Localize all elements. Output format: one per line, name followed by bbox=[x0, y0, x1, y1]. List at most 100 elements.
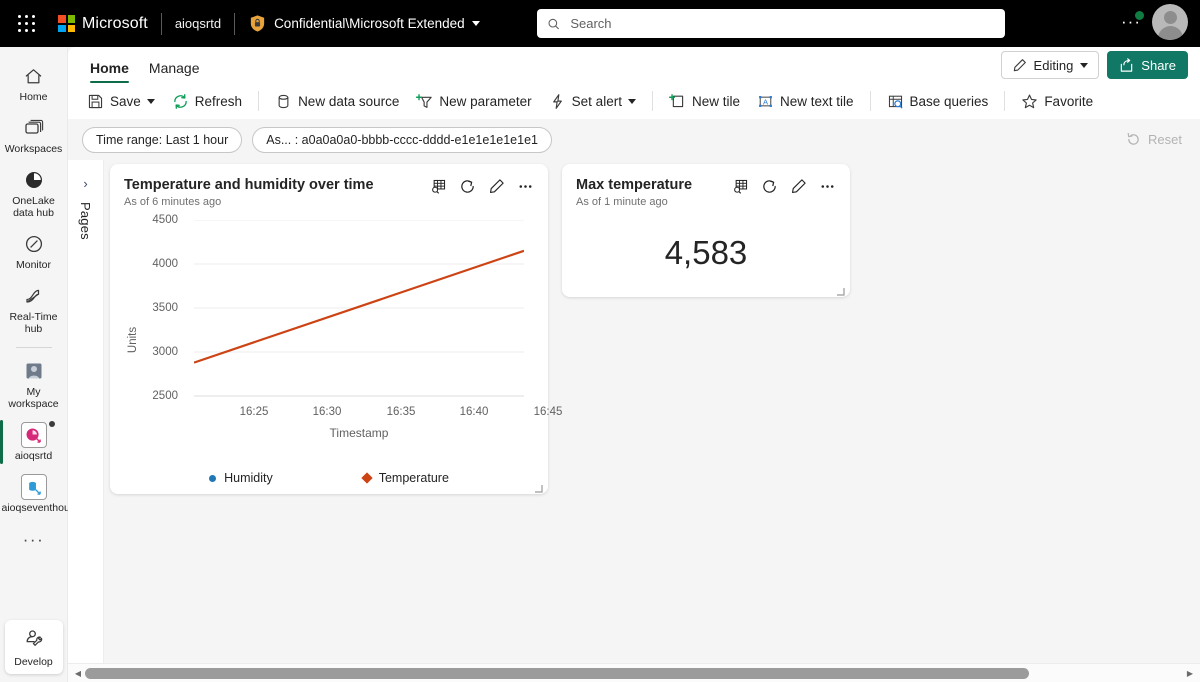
refresh-label: Refresh bbox=[194, 93, 243, 109]
develop-button[interactable]: Develop bbox=[4, 620, 63, 674]
edit-icon[interactable] bbox=[488, 178, 505, 195]
new-parameter-button[interactable]: New parameter bbox=[409, 87, 538, 115]
develop-icon bbox=[23, 628, 45, 653]
chart-y-tick: 4500 bbox=[152, 214, 178, 226]
scrollbar-thumb[interactable] bbox=[85, 667, 1030, 679]
save-button[interactable]: Save bbox=[80, 87, 162, 115]
sidebar-item-label: aioqsrtd bbox=[14, 450, 53, 462]
sidebar-item-workspaces[interactable]: Workspaces bbox=[0, 109, 68, 161]
top-bar: Microsoft aioqsrtd Confidential\Microsof… bbox=[0, 0, 1200, 47]
new-text-tile-label: New text tile bbox=[779, 93, 854, 109]
sidebar-item-onelake-data-hub[interactable]: OneLake data hub bbox=[0, 161, 68, 225]
sidebar-item-my-workspace[interactable]: My workspace bbox=[0, 352, 68, 416]
reset-label: Reset bbox=[1148, 132, 1182, 147]
monitor-icon bbox=[23, 232, 45, 256]
app-launcher-icon[interactable] bbox=[14, 11, 40, 37]
ribbon-actions: Editing Share bbox=[1000, 51, 1188, 79]
legend-marker-circle bbox=[209, 474, 217, 482]
explore-data-icon[interactable] bbox=[430, 178, 447, 195]
chart-plot-area bbox=[194, 220, 524, 397]
editing-mode-button[interactable]: Editing bbox=[1000, 51, 1100, 79]
explore-data-icon[interactable] bbox=[732, 178, 749, 195]
filter-pill-time-range[interactable]: Time range: Last 1 hour bbox=[82, 126, 243, 153]
refresh-icon[interactable] bbox=[761, 178, 778, 195]
refresh-button[interactable]: Refresh bbox=[165, 87, 249, 115]
set-alert-button[interactable]: Set alert bbox=[542, 87, 643, 115]
new-text-tile-button[interactable]: A New text tile bbox=[750, 87, 861, 115]
filter-bar: Time range: Last 1 hour As... : a0a0a0a0… bbox=[68, 119, 1200, 160]
share-button[interactable]: Share bbox=[1107, 51, 1188, 79]
expand-pages-button[interactable]: › bbox=[75, 172, 97, 194]
ribbon-tabs: Home Manage Editing Share bbox=[68, 47, 1200, 83]
chart-x-tick: 16:30 bbox=[312, 406, 342, 418]
tab-home[interactable]: Home bbox=[82, 54, 137, 83]
left-nav-rail: Home Workspaces OneLake data hub Monitor… bbox=[0, 47, 81, 682]
sidebar-item-home[interactable]: Home bbox=[0, 57, 68, 109]
divider bbox=[1004, 91, 1006, 111]
eventhouse-icon bbox=[20, 474, 47, 500]
divider bbox=[869, 91, 871, 111]
sensitivity-label-button[interactable]: Confidential\Microsoft Extended bbox=[248, 14, 480, 33]
edit-icon bbox=[1013, 58, 1026, 71]
tile-title: Temperature and humidity over time bbox=[124, 177, 374, 193]
chart-x-tick: 16:25 bbox=[239, 406, 269, 418]
pages-panel-label: Pages bbox=[78, 202, 93, 240]
sidebar-overflow-button[interactable]: ··· bbox=[23, 520, 44, 560]
more-options-icon[interactable] bbox=[517, 178, 534, 195]
search-input[interactable] bbox=[568, 15, 995, 32]
microsoft-squares-icon bbox=[58, 15, 75, 32]
sidebar-item-aioqsrtd[interactable]: aioqsrtd bbox=[0, 416, 68, 468]
sidebar-item-label: Home bbox=[19, 91, 48, 103]
new-data-source-label: New data source bbox=[298, 93, 400, 109]
refresh-icon[interactable] bbox=[459, 178, 476, 195]
legend-item-humidity[interactable]: Humidity bbox=[209, 471, 273, 485]
tile-resize-handle[interactable] bbox=[534, 481, 543, 493]
horizontal-scrollbar[interactable]: ◀ ▶ bbox=[68, 663, 1200, 682]
sidebar-item-aioqseventhouse[interactable]: aioqseventhouse bbox=[0, 468, 81, 520]
tile-resize-handle[interactable] bbox=[836, 284, 845, 296]
favorite-button[interactable]: Favorite bbox=[1014, 87, 1100, 115]
text-tile-icon: A bbox=[759, 95, 772, 107]
microsoft-logo[interactable]: Microsoft bbox=[58, 15, 148, 33]
my-workspace-icon bbox=[23, 359, 45, 383]
sidebar-item-monitor[interactable]: Monitor bbox=[0, 225, 68, 277]
base-queries-button[interactable]: Base queries bbox=[880, 87, 996, 115]
tab-manage[interactable]: Manage bbox=[141, 54, 208, 83]
shield-lock-icon bbox=[250, 15, 265, 32]
chevron-down-icon bbox=[471, 21, 480, 26]
alert-bolt-icon bbox=[552, 93, 562, 109]
command-toolbar: Save Refresh New data source New paramet… bbox=[68, 83, 1200, 119]
tile-max-temperature[interactable]: Max temperature As of 1 minute ago 4,583 bbox=[562, 164, 850, 297]
scroll-right-arrow[interactable]: ▶ bbox=[1183, 669, 1197, 678]
chevron-down-icon bbox=[627, 98, 636, 104]
dashboard-item-icon bbox=[20, 421, 55, 448]
star-icon bbox=[1022, 94, 1037, 108]
tile-actions bbox=[430, 176, 534, 195]
tenant-name: aioqsrtd bbox=[174, 16, 222, 31]
tile-subtitle: As of 6 minutes ago bbox=[124, 196, 222, 208]
chart-y-tick: 4000 bbox=[152, 258, 178, 270]
avatar[interactable] bbox=[1152, 4, 1188, 40]
main-area: Home Manage Editing Share Save Refresh N… bbox=[68, 47, 1200, 682]
edit-icon[interactable] bbox=[790, 178, 807, 195]
chevron-down-icon bbox=[1080, 62, 1089, 68]
scrollbar-track[interactable] bbox=[85, 667, 1183, 679]
filter-pill-asset[interactable]: As... : a0a0a0a0-bbbb-cccc-dddd-e1e1e1e1… bbox=[252, 126, 552, 153]
top-bar-right: ··· bbox=[1121, 4, 1188, 40]
sidebar-item-real-time-hub[interactable]: Real-Time hub bbox=[0, 277, 68, 341]
series-line-temperature bbox=[194, 249, 524, 364]
favorite-label: Favorite bbox=[1044, 93, 1094, 109]
more-options-icon[interactable] bbox=[819, 178, 836, 195]
legend-item-temperature[interactable]: Temperature bbox=[361, 471, 449, 485]
chart-y-tick: 3500 bbox=[152, 302, 178, 314]
workspaces-icon bbox=[23, 116, 45, 140]
scroll-left-arrow[interactable]: ◀ bbox=[71, 669, 85, 678]
develop-label: Develop bbox=[14, 656, 53, 668]
tile-temperature-humidity[interactable]: Temperature and humidity over time As of… bbox=[110, 164, 562, 494]
search-box[interactable] bbox=[537, 9, 1005, 38]
divider bbox=[234, 12, 236, 35]
new-data-source-button[interactable]: New data source bbox=[268, 87, 406, 115]
chart-x-tick: 16:35 bbox=[386, 406, 416, 418]
new-tile-button[interactable]: New tile bbox=[662, 87, 747, 115]
legend-label: Humidity bbox=[224, 471, 273, 485]
